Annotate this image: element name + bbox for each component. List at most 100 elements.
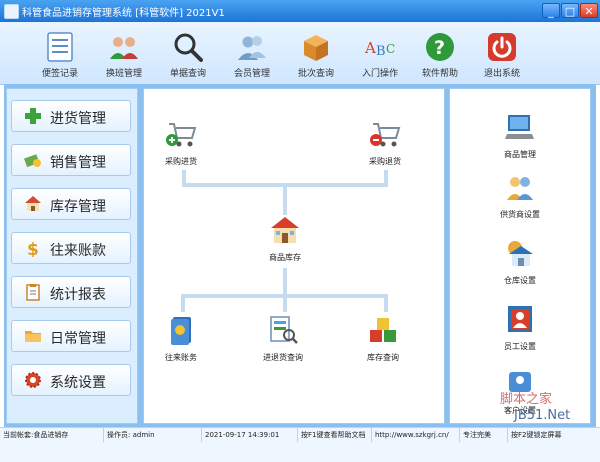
flow-stock[interactable]: 商品库存	[250, 214, 320, 263]
report-icon	[26, 284, 40, 301]
nav-settings-button[interactable]: 系统设置	[11, 364, 131, 396]
notepad-icon	[47, 32, 73, 62]
toolbar-exit-button[interactable]: 退出系统	[476, 27, 528, 79]
toolbar-batch-query-button[interactable]: 批次查询	[290, 27, 342, 79]
money-icon	[24, 154, 41, 168]
nav-label: 系统设置	[50, 375, 106, 391]
settings-icon	[25, 372, 41, 388]
help-icon: ?	[426, 33, 454, 61]
toolbar-label: 便签记录	[41, 69, 78, 79]
flow-label: 商品库存	[269, 253, 301, 262]
right-item-label: 供货商设置	[500, 210, 540, 219]
right-item-staff[interactable]: 员工设置	[449, 304, 591, 352]
power-icon	[488, 33, 516, 61]
flow-connector	[384, 294, 388, 312]
cubes-icon	[370, 318, 396, 342]
toolbar-getting-started-button[interactable]: ABC 入门操作	[354, 27, 406, 79]
flow-label: 进退货查询	[263, 353, 303, 362]
flow-connector	[283, 268, 287, 296]
cart-remove-icon	[370, 123, 401, 147]
abc-icon: ABC	[364, 39, 395, 59]
nav-purchase-button[interactable]: 进货管理	[11, 100, 131, 132]
flow-label: 库存查询	[367, 353, 399, 362]
toolbar-label: 换班管理	[105, 69, 142, 79]
watermark-url: JB51.Net	[514, 408, 571, 423]
flow-in-out-query[interactable]: 进退货查询	[248, 314, 318, 363]
toolbar-label: 退出系统	[483, 69, 520, 79]
svg-text:?: ?	[434, 37, 445, 59]
main-toolbar: 便签记录 换班管理 单据查询 会员管理 批次查询 ABC 入门操作 ? 软件帮助…	[0, 22, 600, 85]
flow-purchase-in[interactable]: 采购进货	[146, 118, 216, 167]
right-item-label: 仓库设置	[504, 276, 536, 285]
status-datetime: 2021-09-17 14:39:01	[202, 428, 298, 442]
svg-text:B: B	[376, 44, 386, 59]
toolbar-label: 会员管理	[233, 69, 270, 79]
staff-icon	[508, 306, 532, 332]
right-item-products[interactable]: 商品管理	[449, 112, 591, 160]
box-icon	[304, 35, 328, 61]
plus-icon	[25, 108, 41, 124]
people-group-icon	[110, 37, 138, 59]
nav-label: 日常管理	[50, 331, 106, 347]
document-search-icon	[270, 316, 298, 344]
nav-label: 销售管理	[50, 155, 106, 171]
toolbar-help-button[interactable]: ? 软件帮助	[414, 27, 466, 79]
toolbar-label: 软件帮助	[421, 69, 458, 79]
toolbar-label: 单据查询	[169, 69, 206, 79]
dollar-icon: $	[27, 240, 39, 257]
nav-label: 统计报表	[50, 287, 106, 303]
ledger-book-icon	[171, 317, 191, 345]
title-bar: 科管食品进销存管理系统 [科管软件] 2021V1 _ □ ✕	[0, 0, 600, 23]
members-icon	[238, 36, 266, 60]
status-account: 当前帐套:食品进销存	[0, 428, 104, 442]
svg-text:C: C	[386, 42, 395, 56]
svg-text:A: A	[364, 39, 376, 57]
toolbar-label: 入门操作	[361, 69, 398, 79]
flow-connector	[181, 294, 185, 312]
watermark: 脚本之家 JB51.Net	[500, 388, 600, 428]
nav-label: 往来账款	[50, 243, 106, 259]
nav-label: 库存管理	[50, 199, 106, 215]
flow-stock-query[interactable]: 库存查询	[348, 314, 418, 363]
flow-connector	[283, 294, 287, 312]
supplier-icon	[507, 177, 533, 200]
flow-label: 采购进货	[165, 157, 197, 166]
nav-inventory-button[interactable]: 库存管理	[11, 188, 131, 220]
computer-icon	[505, 115, 534, 139]
flow-accounts[interactable]: 往来账务	[146, 314, 216, 363]
status-url[interactable]: http://www.szkgrj.cn/	[372, 428, 460, 442]
home-icon	[25, 196, 41, 211]
toolbar-members-button[interactable]: 会员管理	[226, 27, 278, 79]
cart-add-icon	[166, 123, 197, 147]
right-item-label: 商品管理	[504, 150, 536, 159]
flow-connector	[283, 183, 287, 215]
status-slogan: 专注完美	[460, 428, 508, 442]
app-icon	[4, 4, 19, 19]
minimize-button[interactable]: _	[542, 3, 560, 18]
flow-purchase-return[interactable]: 采购退货	[350, 118, 420, 167]
nav-daily-button[interactable]: 日常管理	[11, 320, 131, 352]
svg-text:$: $	[27, 240, 39, 257]
right-item-label: 员工设置	[504, 342, 536, 351]
watermark-text: 脚本之家	[500, 392, 553, 407]
house-icon	[271, 217, 299, 243]
right-item-suppliers[interactable]: 供货商设置	[449, 172, 591, 220]
nav-accounts-button[interactable]: $ 往来账款	[11, 232, 131, 264]
maximize-button[interactable]: □	[561, 3, 579, 18]
nav-reports-button[interactable]: 统计报表	[11, 276, 131, 308]
toolbar-notes-button[interactable]: 便签记录	[34, 27, 86, 79]
warehouse-icon	[508, 241, 533, 266]
flow-label: 采购退货	[369, 157, 401, 166]
close-button[interactable]: ✕	[580, 3, 598, 18]
window-title: 科管食品进销存管理系统 [科管软件] 2021V1	[22, 8, 225, 19]
toolbar-label: 批次查询	[297, 69, 334, 79]
status-lock-hint: 按F2键锁定屏幕	[511, 431, 562, 439]
flow-label: 往来账务	[165, 353, 197, 362]
magnifier-icon	[174, 33, 203, 62]
right-item-warehouse[interactable]: 仓库设置	[449, 238, 591, 286]
toolbar-shift-button[interactable]: 换班管理	[98, 27, 150, 79]
status-help-hint: 按F1键查看帮助文档	[298, 428, 372, 442]
nav-sales-button[interactable]: 销售管理	[11, 144, 131, 176]
status-bar: 当前帐套:食品进销存 操作员: admin 2021-09-17 14:39:0…	[0, 427, 600, 462]
toolbar-bill-query-button[interactable]: 单据查询	[162, 27, 214, 79]
